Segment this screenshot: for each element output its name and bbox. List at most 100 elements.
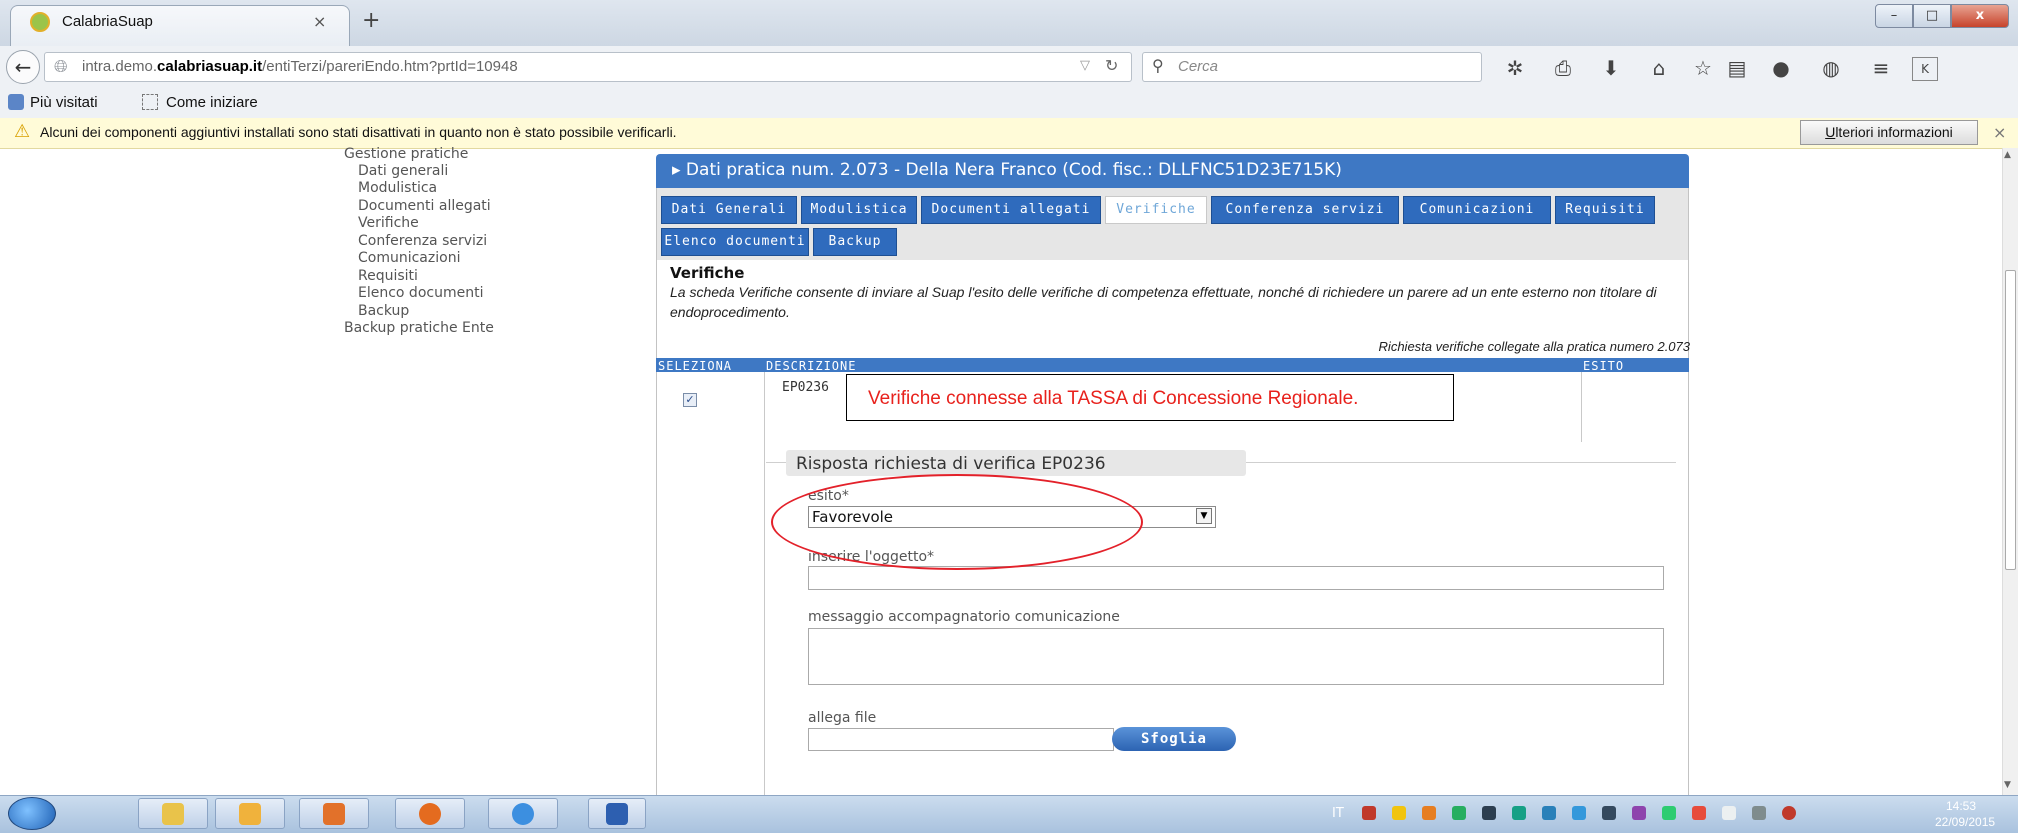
sidebar-item-modulistica[interactable]: Modulistica [358,180,437,196]
tray-app-icon[interactable] [1542,806,1556,820]
sidebar-item-verifiche[interactable]: Verifiche [358,215,419,231]
sidebar-item-elenco-documenti[interactable]: Elenco documenti [358,285,483,301]
more-info-button[interactable]: Ulteriori informazioni [1800,120,1978,145]
home-icon[interactable]: ⌂ [1644,54,1674,82]
bookmark-getting-started[interactable]: Come iniziare [166,94,258,111]
form-legend-text: Risposta richiesta di verifica EP0236 [796,454,1106,474]
practice-title[interactable]: ▸ Dati pratica num. 2.073 - Della Nera F… [672,160,1342,180]
bookmark-star-icon[interactable]: ☆ [1688,54,1718,82]
section-description: La scheda Verifiche consente di inviare … [670,284,1657,320]
column-header-esito: ESITO [1583,359,1625,373]
tray-app-icon[interactable] [1362,806,1376,820]
request-line: Richiesta verifiche collegate alla prati… [1378,339,1690,354]
speaker-icon[interactable] [1482,806,1496,820]
flag-icon[interactable] [1722,806,1736,820]
getting-started-icon [142,94,158,110]
sidebar-item-requisiti[interactable]: Requisiti [358,268,418,284]
tray-app-icon[interactable] [1572,806,1586,820]
highlight-ellipse [771,474,1143,570]
word-icon [606,803,628,825]
more-info-accesskey: U [1825,124,1836,140]
file-input[interactable] [808,728,1114,751]
messaggio-textarea[interactable] [808,628,1664,685]
tab-dati-generali[interactable]: Dati Generali [661,196,797,224]
close-window-button[interactable]: x [1951,4,2009,28]
warning-icon: ⚠ [14,121,31,142]
mail-icon [239,803,261,825]
sidebar-item-dati-generali[interactable]: Dati generali [358,163,448,179]
new-tab-button[interactable]: + [362,8,380,33]
addon-icon[interactable]: ✲ [1500,54,1530,82]
search-placeholder[interactable]: Cerca [1178,58,1218,75]
most-visited-icon [8,94,24,110]
bookmark-most-visited[interactable]: Più visitati [30,94,98,111]
scroll-up-icon[interactable]: ▲ [2004,150,2011,160]
url-path: /entiTerzi/pareriEndo.htm?prtId=10948 [262,58,518,75]
sidebar-item-backup[interactable]: Backup [358,303,409,319]
media-player-icon [323,803,345,825]
network-icon[interactable] [1752,806,1766,820]
tab-conferenza-servizi[interactable]: Conferenza servizi [1211,196,1399,224]
messaggio-label: messaggio accompagnatorio comunicazione [808,609,1120,625]
scrollbar-thumb[interactable] [2005,270,2016,570]
sidebar-item-backup-pratiche-ente[interactable]: Backup pratiche Ente [344,320,494,336]
tray-app-icon[interactable] [1512,806,1526,820]
close-notification-icon[interactable]: × [1993,123,2006,142]
url-prefix: intra.demo. [82,58,158,75]
tray-app-icon[interactable] [1632,806,1646,820]
tray-app-icon[interactable] [1602,806,1616,820]
reload-icon[interactable]: ↻ [1105,56,1118,75]
start-button[interactable] [8,797,56,830]
browse-button[interactable]: Sfoglia [1112,727,1236,751]
search-icon: ⚲ [1152,56,1164,75]
chevron-down-icon[interactable]: ▼ [1196,508,1212,524]
menu-icon[interactable]: ≡ [1866,54,1896,82]
more-info-label: lteriori informazioni [1835,124,1953,140]
globe-icon[interactable]: 🌐︎ [54,57,68,77]
volume-muted-icon[interactable] [1782,806,1796,820]
section-title: Verifiche [670,264,745,282]
tab-backup[interactable]: Backup [813,228,897,256]
sidebar-item-gestione-pratiche[interactable]: Gestione pratiche [344,146,468,162]
column-header-seleziona: SELEZIONA [658,359,733,373]
firefox-icon [419,803,441,825]
tab-documenti-allegati[interactable]: Documenti allegati [921,196,1101,224]
internet-explorer-icon [512,803,534,825]
tab-title[interactable]: CalabriaSuap [62,13,153,30]
folder-icon [162,803,184,825]
bookmarks-menu-icon[interactable]: ▤ [1722,54,1752,82]
language-indicator[interactable]: IT [1332,806,1344,821]
download-icon[interactable]: ⬇ [1596,54,1626,82]
sync-icon[interactable]: ◍ [1816,54,1846,82]
url-text[interactable]: intra.demo.calabriasuap.it/entiTerzi/par… [82,58,518,75]
maximize-button[interactable]: □ [1913,4,1951,28]
browser-tab[interactable] [10,5,350,46]
chat-icon[interactable]: ● [1766,54,1796,82]
sidebar-item-comunicazioni[interactable]: Comunicazioni [358,250,460,266]
tray-app-icon[interactable] [1392,806,1406,820]
minimize-button[interactable]: – [1875,4,1913,28]
tab-close-icon[interactable]: × [313,12,326,31]
tray-app-icon[interactable] [1422,806,1436,820]
tab-verifiche[interactable]: Verifiche [1105,196,1207,224]
column-divider [1581,372,1582,442]
url-dropdown-icon[interactable]: ▽ [1080,58,1090,73]
shield-icon[interactable] [1662,806,1676,820]
tab-comunicazioni[interactable]: Comunicazioni [1403,196,1551,224]
print-icon[interactable]: ⎙ [1548,54,1578,82]
sidebar-item-documenti-allegati[interactable]: Documenti allegati [358,198,491,214]
clock-date[interactable]: 22/09/2015 [1935,815,1995,829]
notification-text: Alcuni dei componenti aggiuntivi install… [40,124,677,140]
scroll-down-icon[interactable]: ▼ [2004,780,2011,790]
column-header-descrizione: DESCRIZIONE [766,359,857,373]
tab-requisiti[interactable]: Requisiti [1555,196,1655,224]
sidebar-item-conferenza-servizi[interactable]: Conferenza servizi [358,233,487,249]
extension-icon[interactable]: K [1912,57,1938,81]
tray-app-icon[interactable] [1692,806,1706,820]
clock-time[interactable]: 14:53 [1946,799,1976,813]
select-checkbox[interactable]: ✓ [683,393,697,407]
back-arrow-icon[interactable]: ← [6,50,40,84]
tab-elenco-documenti[interactable]: Elenco documenti [661,228,809,256]
tray-app-icon[interactable] [1452,806,1466,820]
tab-modulistica[interactable]: Modulistica [801,196,917,224]
